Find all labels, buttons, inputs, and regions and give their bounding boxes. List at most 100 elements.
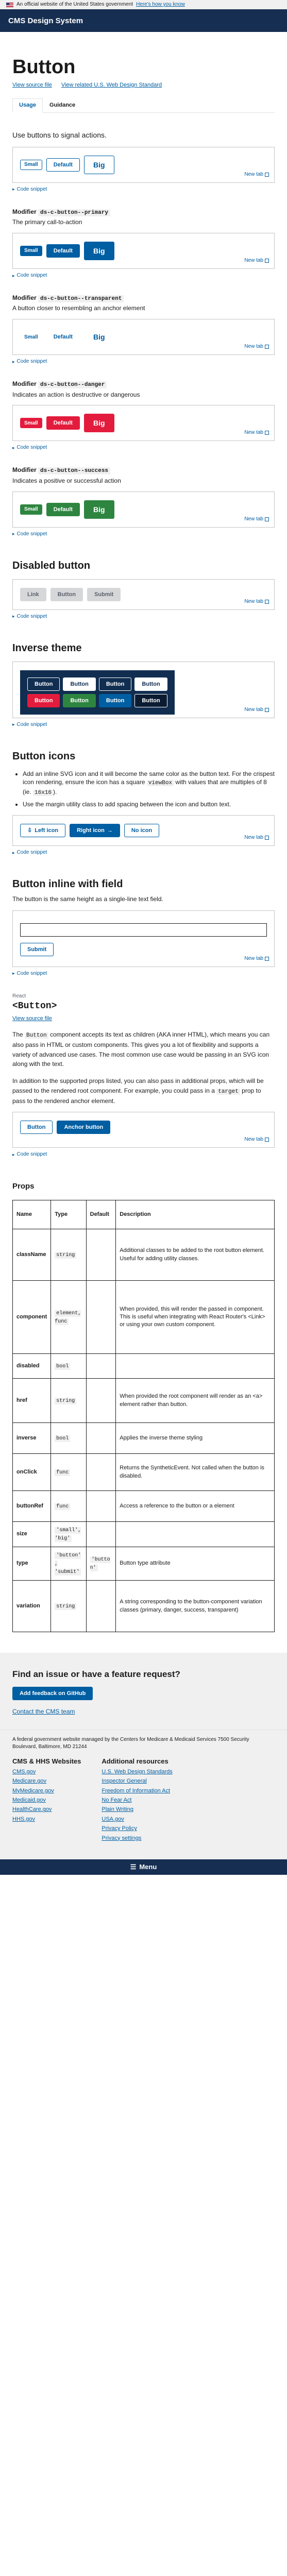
chevron-right-icon: ▸ — [12, 445, 15, 451]
code-snippet-toggle[interactable]: ▸ Code snippet — [12, 849, 275, 856]
code-snippet-toggle[interactable]: ▸ Code snippet — [12, 358, 275, 365]
footer-link[interactable]: Medicare.gov — [12, 1777, 81, 1785]
new-tab-link[interactable]: New tab — [244, 429, 269, 436]
code-snippet-toggle[interactable]: ▸ Code snippet — [12, 444, 275, 451]
code-snippet-toggle[interactable]: ▸ Code snippet — [12, 721, 275, 728]
chevron-right-icon: ▸ — [12, 971, 15, 976]
prop-description: A string corresponding to the button-com… — [115, 1580, 275, 1633]
react-button[interactable]: Button — [20, 1121, 53, 1134]
inverse-danger-button[interactable]: Button — [27, 693, 60, 707]
new-tab-link[interactable]: New tab — [244, 706, 269, 714]
big-button[interactable]: Big — [84, 328, 114, 346]
small-button[interactable]: Small — [20, 245, 42, 256]
no-icon-button[interactable]: No icon — [124, 823, 160, 837]
default-button[interactable]: Default — [46, 502, 80, 516]
github-feedback-button[interactable]: Add feedback on GitHub — [12, 1686, 93, 1700]
default-example: Small Default Big New tab — [12, 146, 275, 183]
site-title[interactable]: CMS Design System — [8, 15, 83, 26]
big-button[interactable]: Big — [83, 241, 114, 260]
external-link-icon — [265, 1138, 269, 1142]
inverse-dark-button[interactable]: Button — [134, 693, 167, 707]
small-button[interactable]: Small — [20, 418, 42, 429]
gov-banner-text: An official website of the United States… — [16, 2, 133, 7]
inline-field-desc: The button is the same height as a singl… — [12, 895, 163, 903]
footer-link[interactable]: U.S. Web Design Standards — [102, 1768, 172, 1776]
big-button[interactable]: Big — [83, 414, 114, 433]
page-links: View source file View related U.S. Web D… — [12, 81, 275, 89]
prop-name: disabled — [12, 1353, 52, 1379]
prop-name: className — [12, 1229, 52, 1281]
external-link-icon — [265, 258, 269, 263]
code-snippet-toggle[interactable]: ▸ Code snippet — [12, 531, 275, 538]
new-tab-link[interactable]: New tab — [244, 257, 269, 264]
new-tab-link[interactable]: New tab — [244, 1136, 269, 1143]
default-button[interactable]: Default — [46, 416, 80, 430]
default-button[interactable]: Default — [46, 244, 80, 258]
react-source-link[interactable]: View source file — [12, 1015, 275, 1023]
footer-link[interactable]: Freedom of Information Act — [102, 1787, 172, 1795]
code-snippet-toggle[interactable]: ▸ Code snippet — [12, 613, 275, 620]
inverse-primary-button[interactable]: Button — [134, 677, 167, 691]
submit-button[interactable]: Submit — [20, 942, 54, 956]
footer-link[interactable]: Privacy settings — [102, 1835, 172, 1842]
tab-usage[interactable]: Usage — [12, 98, 43, 113]
prop-type: bool — [50, 1353, 87, 1379]
default-button[interactable]: Default — [46, 158, 80, 172]
footer-link[interactable]: Plain Writing — [102, 1806, 172, 1814]
gov-banner-link[interactable]: Here's how you know — [136, 1, 185, 8]
footer-link[interactable]: Medicaid.gov — [12, 1797, 81, 1804]
contact-link[interactable]: Contact the CMS team — [12, 1707, 275, 1716]
us-flag-icon — [6, 2, 13, 7]
text-field[interactable] — [20, 923, 267, 937]
new-tab-link[interactable]: New tab — [244, 834, 269, 841]
right-icon-button[interactable]: Right icon → — [70, 823, 120, 837]
footer-link[interactable]: Privacy Policy — [102, 1825, 172, 1833]
code-snippet-toggle[interactable]: ▸ Code snippet — [12, 1151, 275, 1158]
code-snippet-toggle[interactable]: ▸ Code snippet — [12, 186, 275, 193]
inverse-primary-button[interactable]: Button — [63, 677, 96, 691]
big-button[interactable]: Big — [83, 500, 114, 519]
prop-type: 'button', 'submit' — [50, 1547, 87, 1581]
prop-name: variation — [12, 1580, 52, 1633]
new-tab-link[interactable]: New tab — [244, 955, 269, 962]
small-button[interactable]: Small — [20, 159, 42, 170]
new-tab-link[interactable]: New tab — [244, 343, 269, 350]
new-tab-link[interactable]: New tab — [244, 516, 269, 523]
footer-link[interactable]: USA.gov — [102, 1816, 172, 1823]
site-footer: A federal government website managed by … — [0, 1729, 287, 1860]
new-tab-link[interactable]: New tab — [244, 171, 269, 178]
code-snippet-toggle[interactable]: ▸ Code snippet — [12, 970, 275, 977]
inverse-blue-button[interactable]: Button — [98, 693, 132, 707]
footer-link[interactable]: HealthCare.gov — [12, 1806, 81, 1814]
modifier-desc: Indicates an action is destructive or da… — [12, 391, 140, 398]
inverse-outline-button[interactable]: Button — [99, 677, 131, 691]
small-button[interactable]: Small — [20, 504, 42, 515]
footer-link[interactable]: Inspector General — [102, 1777, 172, 1785]
inverse-outline-button[interactable]: Button — [27, 677, 60, 691]
footer-link[interactable]: MyMedicare.gov — [12, 1787, 81, 1795]
view-source-link[interactable]: View source file — [12, 81, 52, 89]
footer-link[interactable]: CMS.gov — [12, 1768, 81, 1776]
disabled-example: Link Button Submit New tab — [12, 579, 275, 610]
big-button[interactable]: Big — [83, 155, 114, 174]
menu-label: Menu — [139, 1862, 157, 1871]
react-anchor-button[interactable]: Anchor button — [57, 1121, 111, 1134]
left-icon-button[interactable]: ⇩ Left icon — [20, 823, 66, 837]
view-uswds-link[interactable]: View related U.S. Web Design Standard — [61, 81, 162, 89]
modifier-desc: The primary call-to-action — [12, 218, 82, 226]
menu-bar[interactable]: ☰ Menu — [0, 1859, 287, 1875]
footer-link[interactable]: No Fear Act — [102, 1797, 172, 1804]
feedback-section: Find an issue or have a feature request?… — [0, 1653, 287, 1730]
success-example: Small Default Big New tab — [12, 491, 275, 528]
tab-guidance[interactable]: Guidance — [43, 98, 82, 112]
default-button[interactable]: Default — [46, 330, 80, 344]
footer-link[interactable]: HHS.gov — [12, 1816, 81, 1823]
inverse-success-button[interactable]: Button — [63, 693, 96, 707]
new-tab-link[interactable]: New tab — [244, 598, 269, 605]
prop-default — [86, 1521, 116, 1548]
small-button[interactable]: Small — [20, 332, 42, 342]
prop-name: type — [12, 1547, 52, 1581]
code-snippet-toggle[interactable]: ▸ Code snippet — [12, 272, 275, 279]
transparent-example: Small Default Big New tab — [12, 319, 275, 355]
react-paragraph-1: The Button component accepts its text as… — [12, 1031, 270, 1068]
